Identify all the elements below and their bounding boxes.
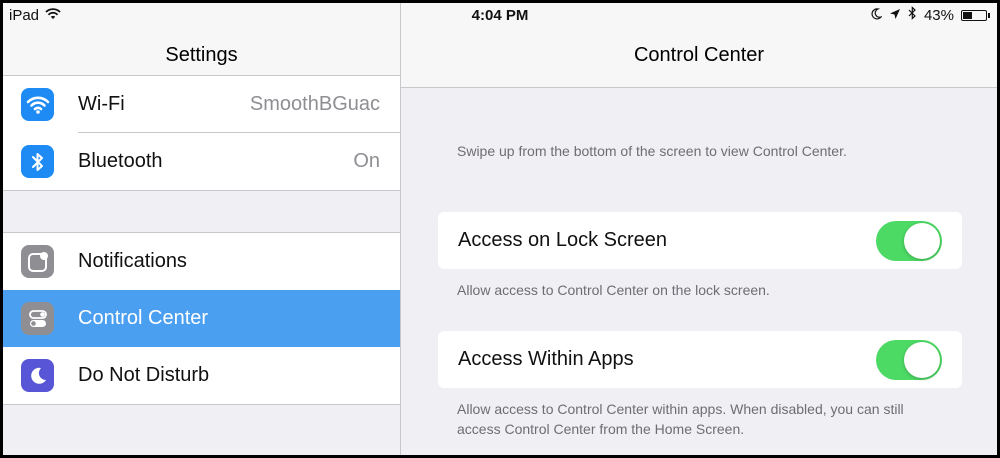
sidebar-item-bluetooth[interactable]: Bluetooth On bbox=[3, 133, 400, 190]
bluetooth-icon bbox=[21, 145, 54, 178]
control-center-icon bbox=[21, 302, 54, 335]
ipad-screen: Settings Wi-Fi SmoothBGuac Bluetooth On … bbox=[3, 3, 997, 455]
bluetooth-icon bbox=[908, 6, 917, 24]
sidebar-item-label: Do Not Disturb bbox=[78, 364, 210, 386]
sidebar-item-label: Notifications bbox=[78, 250, 187, 272]
location-arrow-icon bbox=[889, 7, 901, 24]
control-center-detail: Control Center Swipe up from the bottom … bbox=[401, 3, 997, 455]
lock-screen-footer: Allow access to Control Center on the lo… bbox=[457, 282, 770, 298]
sidebar-item-do-not-disturb[interactable]: Do Not Disturb bbox=[3, 347, 400, 404]
setting-label: Access on Lock Screen bbox=[458, 229, 667, 251]
battery-fill bbox=[963, 11, 973, 19]
sidebar-item-label: Bluetooth bbox=[78, 150, 163, 172]
access-within-apps-row: Access Within Apps bbox=[438, 331, 962, 388]
setting-label: Access Within Apps bbox=[458, 348, 634, 370]
sidebar-item-label: Control Center bbox=[78, 307, 209, 329]
status-bar: iPad 4:04 PM 43% bbox=[3, 3, 997, 31]
sidebar-item-notifications[interactable]: Notifications bbox=[3, 233, 400, 290]
wifi-network-value: SmoothBGuac bbox=[249, 93, 380, 115]
wifi-icon bbox=[21, 88, 54, 121]
detail-title: Control Center bbox=[633, 44, 765, 66]
notifications-icon bbox=[21, 245, 54, 278]
battery-percent: 43% bbox=[923, 6, 954, 24]
access-on-lock-screen-row: Access on Lock Screen bbox=[438, 212, 962, 269]
sidebar-item-wifi[interactable]: Wi-Fi SmoothBGuac bbox=[3, 76, 400, 133]
bluetooth-status-value: On bbox=[353, 150, 380, 172]
settings-sidebar: Settings Wi-Fi SmoothBGuac Bluetooth On … bbox=[3, 3, 401, 455]
sidebar-item-label: Wi-Fi bbox=[78, 93, 125, 115]
battery-icon bbox=[961, 9, 990, 21]
sidebar-group-system: Notifications Control Center Do Not Dist… bbox=[3, 232, 400, 405]
lock-screen-toggle[interactable] bbox=[876, 220, 942, 261]
intro-text: Swipe up from the bottom of the screen t… bbox=[457, 143, 847, 159]
toggle-knob bbox=[904, 341, 940, 378]
sidebar-title: Settings bbox=[165, 44, 238, 66]
toggle-knob bbox=[904, 222, 940, 259]
sidebar-item-control-center[interactable]: Control Center bbox=[3, 290, 400, 347]
moon-icon bbox=[21, 359, 54, 392]
sidebar-group-connectivity: Wi-Fi SmoothBGuac Bluetooth On bbox=[3, 75, 400, 191]
within-apps-toggle[interactable] bbox=[876, 339, 942, 380]
moon-icon bbox=[870, 7, 883, 24]
status-time: 4:04 PM bbox=[471, 7, 529, 24]
within-apps-footer: Allow access to Control Center within ap… bbox=[457, 401, 904, 437]
